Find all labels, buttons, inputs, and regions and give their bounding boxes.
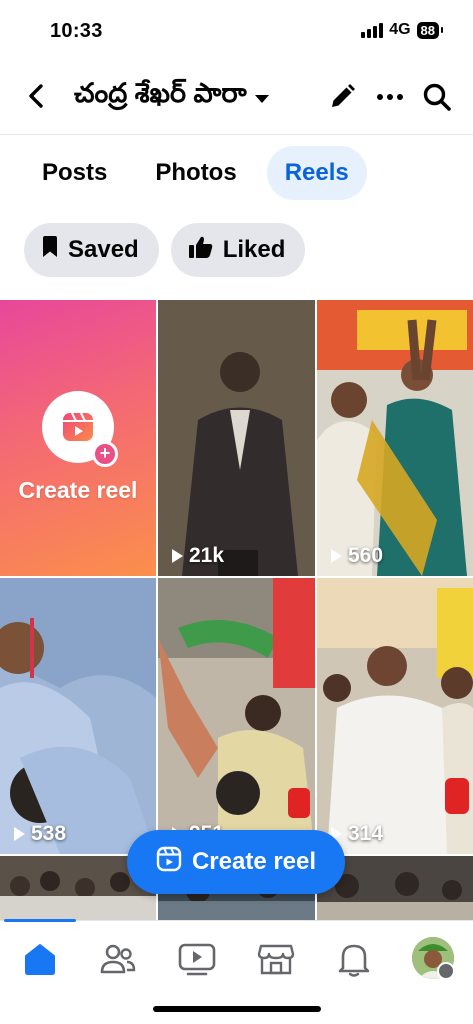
reel-image — [317, 578, 473, 854]
bookmark-icon — [42, 235, 58, 265]
reel-image — [0, 578, 156, 854]
play-icon — [14, 827, 25, 841]
reel-thumbnail[interactable]: 314 — [317, 578, 473, 854]
status-indicators: 4G 88 — [361, 21, 444, 39]
saved-filter-chip[interactable]: Saved — [24, 223, 159, 277]
active-tab-indicator — [4, 919, 76, 922]
video-icon[interactable] — [177, 939, 217, 979]
play-icon — [172, 549, 183, 563]
profile-header: చంద్ర శేఖర్ పారా — [0, 62, 473, 132]
profile-name: చంద్ర శేఖర్ పారా — [74, 78, 247, 108]
reel-thumbnail[interactable]: 951 — [158, 578, 315, 854]
view-count-label: 538 — [31, 822, 67, 845]
header-divider — [0, 134, 473, 135]
create-reel-label: Create reel — [18, 476, 138, 503]
status-bar: 10:33 4G 88 — [0, 0, 473, 62]
network-label: 4G — [389, 21, 411, 38]
view-count: 560 — [331, 544, 383, 568]
reel-thumbnail[interactable]: 21k — [158, 300, 315, 576]
liked-filter-label: Liked — [222, 236, 286, 263]
view-count: 21k — [172, 544, 224, 568]
profile-tabs: Posts Photos Reels — [24, 146, 367, 200]
bell-icon[interactable] — [334, 939, 374, 979]
battery-icon: 88 — [416, 21, 444, 39]
menu-badge-icon — [437, 962, 455, 980]
create-reel-button[interactable]: Create reel — [127, 830, 345, 894]
friends-icon[interactable] — [98, 939, 138, 979]
thumbs-up-icon — [188, 236, 213, 265]
reel-image — [317, 300, 473, 576]
liked-filter-chip[interactable]: Liked — [170, 223, 306, 277]
saved-filter-label: Saved — [68, 236, 139, 263]
reel-filters: Saved Liked — [24, 223, 306, 277]
create-reel-tile[interactable]: + Create reel — [0, 300, 156, 576]
view-count-label: 21k — [189, 544, 225, 567]
view-count-label: 560 — [348, 544, 384, 567]
marketplace-icon[interactable] — [256, 939, 296, 979]
home-icon[interactable] — [20, 939, 60, 979]
view-count-label: 314 — [348, 822, 384, 845]
pencil-icon[interactable] — [325, 80, 359, 114]
reel-image — [158, 578, 315, 854]
view-count: 538 — [14, 822, 66, 846]
tab-posts[interactable]: Posts — [24, 146, 125, 200]
signal-icon — [361, 22, 384, 38]
reels-icon: + — [42, 390, 118, 467]
status-time: 10:33 — [50, 20, 103, 42]
more-icon[interactable] — [373, 80, 407, 114]
tab-reels[interactable]: Reels — [266, 146, 367, 200]
reels-grid: + Create reel 21k 560 538 314 — [0, 300, 473, 920]
search-icon[interactable] — [420, 80, 454, 114]
reel-thumbnail[interactable]: 560 — [317, 300, 473, 576]
reel-image — [158, 300, 315, 576]
reels-icon — [156, 846, 182, 879]
plus-icon: + — [92, 440, 118, 467]
home-indicator — [153, 1006, 321, 1012]
back-arrow-icon[interactable] — [20, 80, 52, 112]
play-icon — [331, 549, 342, 563]
profile-name-dropdown[interactable]: చంద్ర శేఖర్ పారా — [74, 78, 269, 116]
tab-photos[interactable]: Photos — [137, 146, 254, 200]
reel-thumbnail[interactable]: 538 — [0, 578, 156, 854]
chevron-down-icon — [254, 95, 269, 103]
create-reel-button-label: Create reel — [191, 848, 317, 875]
